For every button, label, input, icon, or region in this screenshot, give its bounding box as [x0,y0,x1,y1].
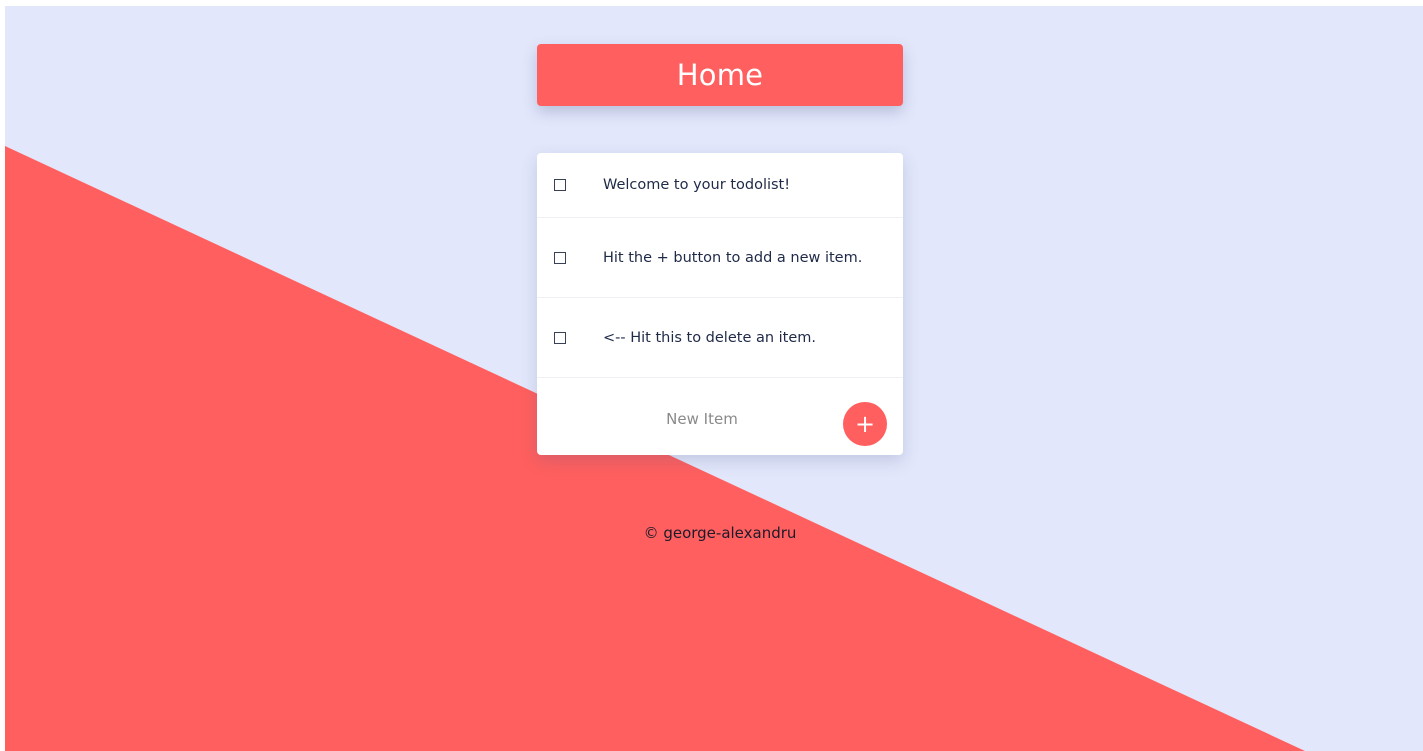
todo-item-text: Hit the + button to add a new item. [603,249,863,266]
todo-item-text: Welcome to your todolist! [603,177,791,193]
page-title: Home [676,58,764,92]
delete-checkbox[interactable] [554,179,566,191]
todo-item: Hit the + button to add a new item. [537,218,903,298]
page-title-banner: Home [537,44,903,106]
todo-item: Welcome to your todolist! [537,153,903,218]
new-item-input[interactable] [567,400,837,438]
todo-list-card: Welcome to your todolist! Hit the + butt… [537,153,903,455]
delete-checkbox[interactable] [554,251,566,264]
footer-copyright: © george-alexandru [643,524,797,542]
todo-item-text: <-- Hit this to delete an item. [603,329,817,346]
add-item-button[interactable]: + [843,402,887,446]
delete-checkbox[interactable] [554,331,566,344]
todo-item: <-- Hit this to delete an item. [537,298,903,378]
page-background: Home Welcome to your todolist! Hit the +… [5,6,1423,751]
new-item-form: + [537,378,903,455]
